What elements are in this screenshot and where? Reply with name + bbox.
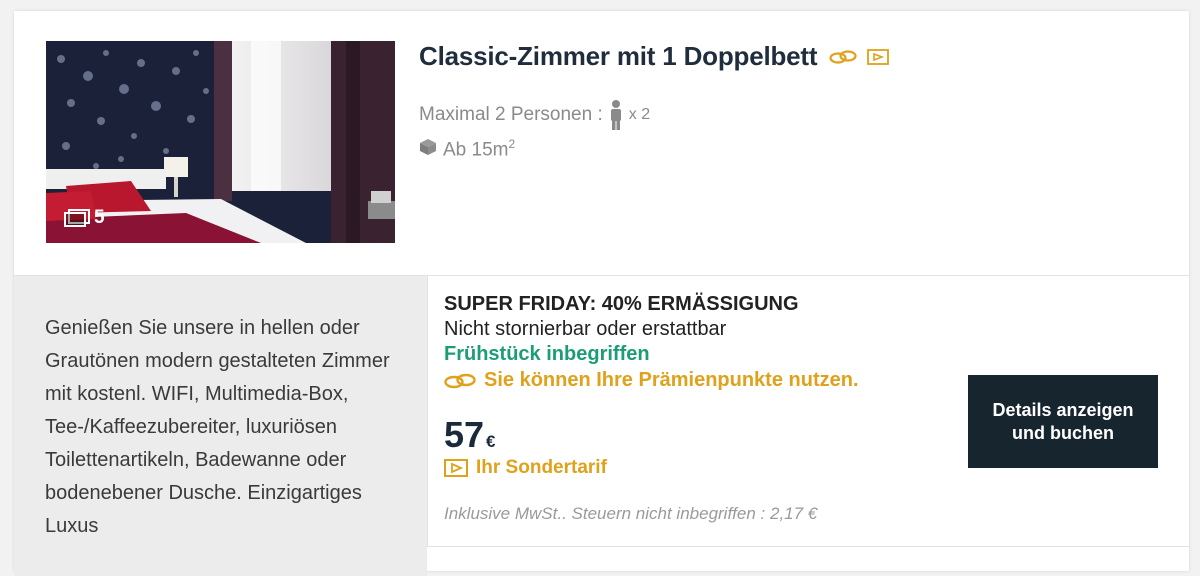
room-title-text: Classic-Zimmer mit 1 Doppelbett bbox=[419, 41, 818, 71]
room-capacity: Maximal 2 Personen : x 2 bbox=[419, 99, 650, 131]
offer-name: SUPER FRIDAY: 40% ERMÄSSIGUNG bbox=[444, 293, 799, 315]
price-amount: 57 bbox=[444, 414, 485, 455]
ticket-icon bbox=[444, 458, 468, 478]
details-and-book-button[interactable]: Details anzeigen und buchen bbox=[968, 375, 1158, 468]
room-title: Classic-Zimmer mit 1 Doppelbett bbox=[419, 41, 890, 72]
offer-special-text: Ihr Sondertarif bbox=[476, 457, 607, 478]
cube-icon bbox=[419, 138, 437, 156]
size-unit-sup: 2 bbox=[508, 137, 516, 151]
capacity-label: Maximal 2 Personen : bbox=[419, 104, 603, 125]
size-value: Ab 15m2 bbox=[443, 131, 515, 163]
photo-count-value: 5 bbox=[94, 207, 105, 228]
room-photo[interactable]: 5 bbox=[46, 41, 395, 243]
room-size: Ab 15m2 bbox=[419, 131, 650, 163]
rate-offer: SUPER FRIDAY: 40% ERMÄSSIGUNG Nicht stor… bbox=[427, 276, 1190, 547]
rings-icon bbox=[829, 49, 857, 64]
room-header: 5 Classic-Zimmer mit 1 Doppelbett Maxima… bbox=[14, 11, 1189, 276]
room-description-panel: Genießen Sie unsere in hellen oder Graut… bbox=[14, 276, 427, 576]
offer-points: Sie können Ihre Prämienpunkte nutzen. bbox=[444, 369, 859, 392]
offer-points-text: Sie können Ihre Prämienpunkte nutzen. bbox=[484, 369, 859, 391]
room-title-icons bbox=[829, 48, 890, 66]
offer-tax-note: Inklusive MwSt.. Steuern nicht inbegriff… bbox=[444, 504, 818, 523]
ticket-icon bbox=[867, 48, 890, 66]
person-icon bbox=[609, 99, 623, 131]
offer-price: 57 € bbox=[444, 414, 496, 456]
offer-condition: Nicht stornierbar oder erstattbar bbox=[444, 318, 727, 340]
offer-special-rate: Ihr Sondertarif bbox=[444, 457, 607, 479]
room-description: Genießen Sie unsere in hellen oder Graut… bbox=[45, 317, 390, 537]
rings-icon bbox=[444, 373, 476, 389]
room-meta: Maximal 2 Personen : x 2 Ab 15m2 bbox=[419, 99, 650, 163]
price-currency: € bbox=[486, 432, 496, 451]
room-card: 5 Classic-Zimmer mit 1 Doppelbett Maxima… bbox=[14, 11, 1190, 576]
capacity-value: x 2 bbox=[628, 106, 651, 123]
gallery-icon bbox=[64, 209, 90, 227]
offer-breakfast: Frühstück inbegriffen bbox=[444, 343, 650, 365]
photo-count: 5 bbox=[64, 207, 105, 229]
size-prefix: Ab 15m bbox=[443, 139, 509, 161]
